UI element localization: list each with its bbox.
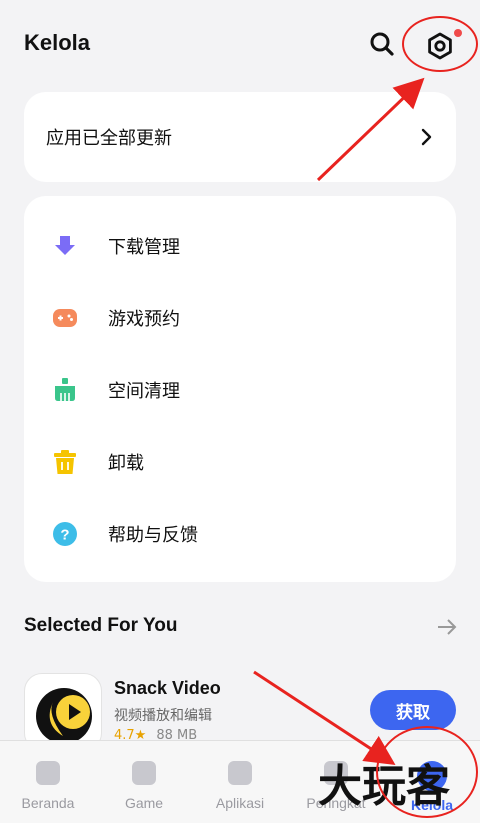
menu-item-space-cleanup[interactable]: 空间清理 xyxy=(24,354,456,426)
home-icon xyxy=(36,761,60,785)
menu-item-help-feedback[interactable]: ? 帮助与反馈 xyxy=(24,498,456,570)
section-title: Selected For You xyxy=(24,615,178,636)
menu-label: 下载管理 xyxy=(108,237,180,258)
get-app-button[interactable]: 获取 xyxy=(370,690,456,730)
app-description: 视频播放和编辑 xyxy=(114,708,212,724)
trash-icon xyxy=(52,449,78,475)
nav-label: Game xyxy=(124,795,164,811)
svg-text:?: ? xyxy=(60,527,69,544)
nav-item-beranda[interactable]: Beranda xyxy=(0,741,96,823)
download-icon xyxy=(52,233,78,259)
search-button[interactable] xyxy=(366,28,398,60)
menu-item-download-manager[interactable]: 下载管理 xyxy=(24,210,456,282)
gamepad-icon xyxy=(52,305,78,331)
nav-label: Aplikasi xyxy=(215,795,265,811)
update-status-card[interactable]: 应用已全部更新 xyxy=(24,92,456,182)
nav-item-game[interactable]: Game xyxy=(96,741,192,823)
management-menu: 下载管理 游戏预约 空间清理 卸载 ? 帮助与反馈 xyxy=(24,196,456,582)
menu-label: 卸载 xyxy=(108,453,144,474)
menu-label: 游戏预约 xyxy=(108,309,180,330)
shopping-bag-icon xyxy=(228,761,252,785)
settings-highlight-circle xyxy=(402,16,478,72)
menu-item-game-reservation[interactable]: 游戏预约 xyxy=(24,282,456,354)
update-status-text: 应用已全部更新 xyxy=(46,128,172,149)
gamepad-icon xyxy=(132,761,156,785)
nav-item-aplikasi[interactable]: Aplikasi xyxy=(192,741,288,823)
arrow-right-icon xyxy=(438,619,457,635)
search-icon xyxy=(370,32,394,56)
nav-label: Beranda xyxy=(21,795,75,811)
chevron-right-icon xyxy=(421,128,432,146)
app-name[interactable]: Snack Video xyxy=(114,678,221,699)
see-more-button[interactable] xyxy=(436,616,458,642)
cleanup-icon xyxy=(52,377,78,403)
menu-label: 空间清理 xyxy=(108,381,180,402)
kelola-highlight-circle xyxy=(376,726,478,818)
page-title: Kelola xyxy=(24,30,91,55)
help-icon: ? xyxy=(52,521,78,547)
menu-label: 帮助与反馈 xyxy=(108,525,198,546)
menu-item-uninstall[interactable]: 卸载 xyxy=(24,426,456,498)
